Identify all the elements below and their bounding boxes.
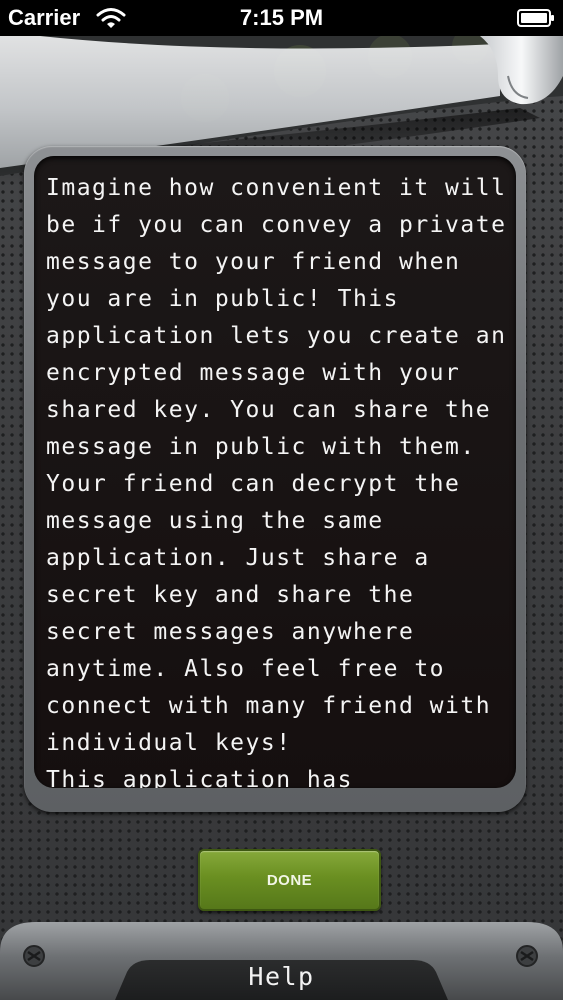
help-text-panel: Imagine how convenient it will be if you… <box>24 146 526 812</box>
battery-icon <box>517 9 554 27</box>
help-screen: Carrier 7:15 PM Imagine how convenient i… <box>0 0 563 1000</box>
status-time: 7:15 PM <box>239 5 324 30</box>
help-text: Imagine how convenient it will be if you… <box>46 175 507 788</box>
help-text-scroll-area[interactable]: Imagine how convenient it will be if you… <box>34 156 516 788</box>
status-bar: Carrier 7:15 PM <box>0 0 563 36</box>
page-title: Help <box>248 962 315 991</box>
done-button[interactable]: DONE <box>198 849 381 911</box>
